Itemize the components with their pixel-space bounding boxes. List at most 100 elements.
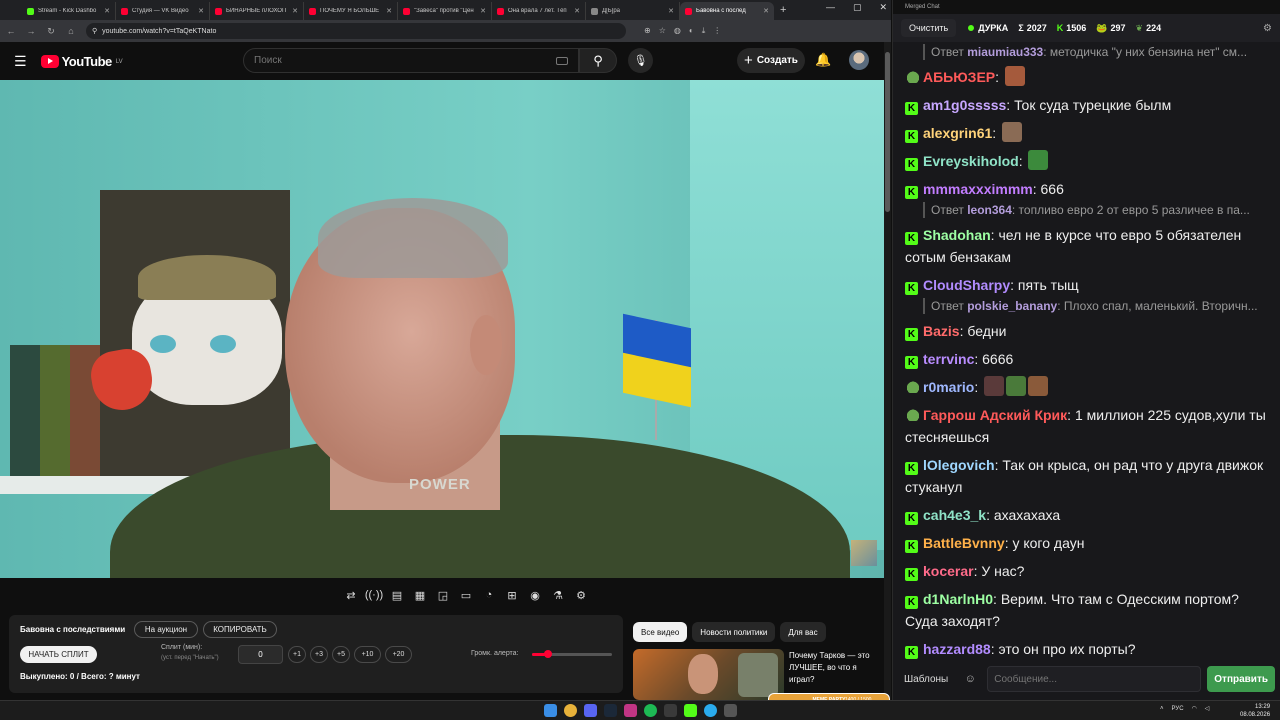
- chat-username[interactable]: hazzard88: [923, 641, 991, 657]
- extension-icon[interactable]: ◍: [674, 26, 681, 36]
- channel-watermark[interactable]: [851, 540, 877, 566]
- pip-icon[interactable]: ◲: [435, 587, 452, 604]
- send-button[interactable]: Отправить: [1207, 666, 1275, 692]
- bell-icon[interactable]: 🔔: [815, 52, 831, 68]
- video-player[interactable]: POWER: [0, 80, 884, 578]
- browser-tab[interactable]: Stream - Kick Dashbo ✕: [22, 2, 116, 20]
- chat-username[interactable]: terrvinc: [923, 351, 974, 367]
- reply-username[interactable]: leon364: [967, 203, 1012, 217]
- avatar[interactable]: [849, 50, 869, 70]
- browser-tab[interactable]: Студия — VK Видео ✕: [116, 2, 210, 20]
- increment-button[interactable]: +1: [288, 646, 306, 663]
- chrome-icon[interactable]: [564, 704, 577, 717]
- video-thumbnail[interactable]: [633, 649, 784, 700]
- volume-icon[interactable]: ◁: [1205, 705, 1210, 712]
- filter-chip[interactable]: Новости политики: [692, 622, 776, 642]
- close-tab-icon[interactable]: ✕: [198, 7, 204, 15]
- start-split-button[interactable]: НАЧАТЬ СПЛИТ: [20, 646, 97, 663]
- close-tab-icon[interactable]: ✕: [480, 7, 486, 15]
- youtube-logo[interactable]: YouTube LV: [40, 54, 123, 69]
- voice-search-button[interactable]: 🎙: [628, 48, 653, 73]
- split-minutes-input[interactable]: [238, 645, 283, 664]
- chat-username[interactable]: CloudSharpy: [923, 277, 1010, 293]
- clock[interactable]: 13:29 08.08.2026: [1240, 703, 1270, 719]
- close-tab-icon[interactable]: ✕: [292, 7, 298, 15]
- chat-username[interactable]: Гаррош Адский Крик: [923, 407, 1067, 423]
- start-icon[interactable]: [544, 704, 557, 717]
- browser-tab[interactable]: ПОЧЕМУ Я БОЛЬШЕ ✕: [304, 2, 398, 20]
- browser-tab[interactable]: Бавовна с послед ✕: [680, 2, 774, 20]
- chat-username[interactable]: am1g0sssss: [923, 97, 1006, 113]
- wifi-icon[interactable]: ◠: [1192, 705, 1197, 712]
- reply-username[interactable]: polskie_banany: [967, 299, 1057, 313]
- gear-icon[interactable]: ⚙: [1263, 23, 1272, 34]
- bookmark-icon[interactable]: ☆: [659, 26, 666, 36]
- filter-chip[interactable]: Все видео: [633, 622, 688, 642]
- search-input[interactable]: [254, 55, 550, 66]
- clear-chat-button[interactable]: Очистить: [901, 19, 957, 37]
- extension-icon[interactable]: ◐: [689, 26, 694, 36]
- keyboard-icon[interactable]: [556, 56, 568, 65]
- auction-button[interactable]: На аукцион: [134, 621, 198, 638]
- increment-button[interactable]: +3: [310, 646, 328, 663]
- reply-username[interactable]: miaumiau333: [967, 45, 1043, 59]
- scrollbar-thumb[interactable]: [885, 52, 890, 212]
- chat-username[interactable]: kocerar: [923, 563, 974, 579]
- alert-volume-slider[interactable]: [532, 650, 612, 658]
- download-icon[interactable]: ⤓: [702, 26, 706, 36]
- flask-icon[interactable]: ⚗: [550, 587, 567, 604]
- video-title[interactable]: Почему Тарков — это ЛУЧШЕЕ, во что я игр…: [789, 650, 881, 686]
- zoom-icon[interactable]: ⊕: [644, 26, 651, 36]
- chat-username[interactable]: Bazis: [923, 323, 960, 339]
- chat-username[interactable]: Evreyskiholod: [923, 153, 1019, 169]
- site-info-icon[interactable]: ⚲: [92, 27, 97, 35]
- close-button[interactable]: ✕: [879, 2, 887, 13]
- chat-username[interactable]: Shadohan: [923, 227, 991, 243]
- app-icon[interactable]: [724, 704, 737, 717]
- new-tab-button[interactable]: +: [780, 4, 786, 16]
- chat-username[interactable]: cah4e3_k: [923, 507, 986, 523]
- browser-tab[interactable]: Она врала 7 лет. Тёп ✕: [492, 2, 586, 20]
- repeat-icon[interactable]: ⇄: [343, 587, 360, 604]
- chat-message-input[interactable]: [987, 666, 1202, 692]
- telegram-icon[interactable]: [704, 704, 717, 717]
- templates-button[interactable]: Шаблоны: [899, 668, 953, 691]
- browser-tab[interactable]: Д[Ь]ра ✕: [586, 2, 680, 20]
- close-tab-icon[interactable]: ✕: [574, 7, 580, 15]
- alert-volume-knob[interactable]: [544, 650, 552, 658]
- kick-icon[interactable]: [684, 704, 697, 717]
- gear-icon[interactable]: ⚙: [573, 587, 590, 604]
- increment-button[interactable]: +10: [354, 646, 381, 663]
- emoji-icon[interactable]: ☺: [959, 673, 981, 685]
- page-scrollbar[interactable]: [884, 42, 891, 700]
- chat-username[interactable]: BattleBvnny: [923, 535, 1005, 551]
- back-icon[interactable]: ←: [6, 26, 16, 36]
- create-button[interactable]: + Создать: [737, 48, 805, 73]
- filter-chip[interactable]: Для вас: [780, 622, 826, 642]
- steam-icon[interactable]: [604, 704, 617, 717]
- close-tab-icon[interactable]: ✕: [763, 7, 769, 15]
- home-icon[interactable]: ⌂: [66, 26, 76, 36]
- close-tab-icon[interactable]: ✕: [386, 7, 392, 15]
- chat-username[interactable]: АБЬЮЗЕР: [923, 69, 995, 85]
- theater-icon[interactable]: ▭: [458, 587, 475, 604]
- increment-button[interactable]: +20: [385, 646, 412, 663]
- spotify-icon[interactable]: [644, 704, 657, 717]
- broadcast-icon[interactable]: ((·)): [365, 587, 383, 604]
- url-field[interactable]: ⚲ youtube.com/watch?v=tTaQeKTNato: [86, 23, 626, 39]
- clapper-icon[interactable]: ▦: [412, 587, 429, 604]
- search-button[interactable]: ⚲: [579, 48, 617, 73]
- forward-icon[interactable]: →: [26, 26, 36, 36]
- add-icon[interactable]: ⊞: [504, 587, 521, 604]
- chat-username[interactable]: mmmaxxximmm: [923, 181, 1033, 197]
- browser-tab[interactable]: БИНАРНЫЕ пЛОХОП ✕: [210, 2, 304, 20]
- menu-icon[interactable]: ⋮: [713, 26, 721, 36]
- app-icon[interactable]: [624, 704, 637, 717]
- close-tab-icon[interactable]: ✕: [104, 7, 110, 15]
- increment-button[interactable]: +5: [332, 646, 350, 663]
- copy-button[interactable]: КОПИРОВАТЬ: [203, 621, 277, 638]
- subtitles-icon[interactable]: ▤: [389, 587, 406, 604]
- chat-username[interactable]: lOlegovich: [923, 457, 995, 473]
- menu-icon[interactable]: ☰: [14, 53, 27, 70]
- maximize-button[interactable]: ▢: [853, 2, 862, 13]
